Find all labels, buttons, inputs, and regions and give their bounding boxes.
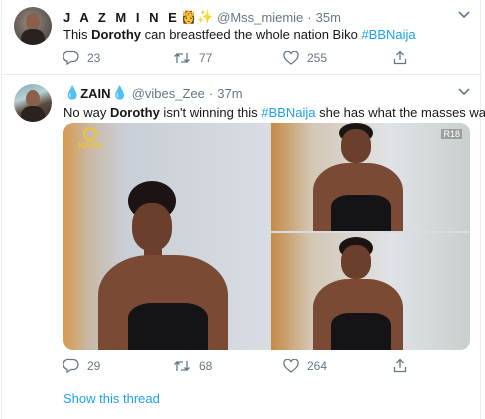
like-icon: [283, 50, 299, 65]
share-button[interactable]: [393, 50, 415, 65]
display-name[interactable]: ZAIN: [80, 86, 110, 101]
eye-icon: [83, 127, 97, 141]
share-icon: [393, 50, 407, 65]
rating-label: R18: [441, 129, 462, 139]
share-icon: [393, 358, 407, 373]
display-name[interactable]: J A Z M I N E: [63, 10, 180, 25]
show-thread-link[interactable]: Show this thread: [63, 391, 160, 406]
share-button[interactable]: [393, 358, 415, 373]
retweet-count: 68: [199, 358, 213, 373]
hashtag-link[interactable]: #BBNaija: [361, 27, 415, 42]
text-segment: This: [63, 27, 92, 42]
media-panel-bottom: [271, 233, 470, 350]
retweet-count: 77: [199, 50, 213, 65]
retweet-icon: [174, 52, 190, 63]
name-prefix-emoji: 💧: [64, 85, 81, 100]
bold-text: Dorothy: [91, 27, 142, 42]
reply-icon: [63, 358, 79, 373]
logo-text: NAIJA: [77, 141, 102, 150]
tweet[interactable]: J A Z M I N E 👸✨ @Mss_miemie · 35m This …: [2, 0, 482, 75]
media-panel-main: NAIJA: [63, 123, 269, 350]
tweet-header: J A Z M I N E 👸✨ @Mss_miemie · 35m: [63, 9, 341, 25]
reply-count: 23: [87, 50, 101, 65]
tweet-text: This Dorothy can breastfeed the whole na…: [63, 27, 416, 42]
reply-icon: [63, 50, 79, 65]
username[interactable]: @Mss_miemie: [217, 10, 303, 25]
timestamp[interactable]: 37m: [217, 86, 242, 101]
separator-dot: ·: [208, 85, 214, 101]
timestamp[interactable]: 35m: [316, 10, 341, 25]
reply-button[interactable]: 23: [63, 50, 173, 65]
text-segment: she has what the masses want.: [315, 105, 485, 120]
name-emoji: 💧: [111, 85, 128, 100]
like-count: 255: [307, 50, 328, 65]
retweet-icon: [174, 360, 190, 371]
like-icon: [283, 358, 299, 373]
tweet-actions: 29 68 264: [63, 358, 415, 373]
text-segment: can breastfeed the whole nation Biko: [141, 27, 362, 42]
media-image[interactable]: NAIJA R18: [63, 123, 470, 350]
reply-button[interactable]: 29: [63, 358, 173, 373]
avatar[interactable]: [14, 7, 52, 45]
reply-count: 29: [87, 358, 101, 373]
text-segment: No way: [63, 105, 110, 120]
name-emoji: 👸✨: [180, 9, 214, 24]
username[interactable]: @vibes_Zee: [132, 86, 205, 101]
retweet-button[interactable]: 68: [173, 358, 283, 373]
separator-dot: ·: [307, 9, 312, 25]
tweet-header: 💧 ZAIN 💧 @vibes_Zee · 37m: [63, 85, 243, 101]
tweet-actions: 23 77 255: [63, 50, 415, 65]
timeline: J A Z M I N E 👸✨ @Mss_miemie · 35m This …: [1, 0, 485, 419]
tweet[interactable]: 💧 ZAIN 💧 @vibes_Zee · 37m No way Dorothy…: [2, 75, 485, 419]
show-logo: NAIJA: [72, 127, 108, 157]
like-button[interactable]: 255: [283, 50, 393, 65]
avatar[interactable]: [14, 84, 52, 122]
chevron-down-icon[interactable]: [458, 10, 470, 22]
media-panel-top: R18: [271, 123, 470, 231]
retweet-button[interactable]: 77: [173, 50, 283, 65]
like-button[interactable]: 264: [283, 358, 393, 373]
hashtag-link[interactable]: #BBNaija: [261, 105, 315, 120]
tweet-text: No way Dorothy isn't winning this #BBNai…: [63, 105, 485, 120]
bold-text: Dorothy: [109, 105, 160, 120]
like-count: 264: [307, 358, 328, 373]
text-segment: isn't winning this: [159, 105, 262, 120]
chevron-down-icon[interactable]: [458, 87, 470, 99]
